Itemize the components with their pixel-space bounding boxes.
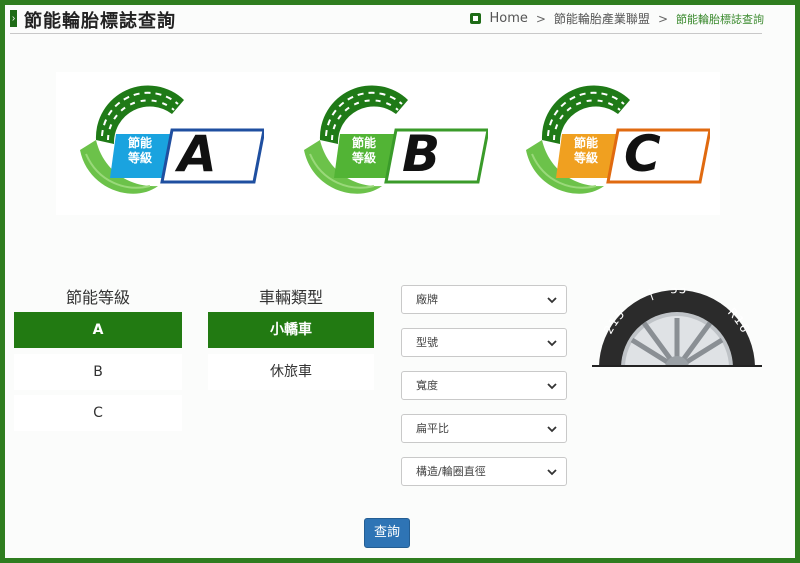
svg-text:55: 55: [670, 288, 688, 297]
width-select[interactable]: 寬度: [401, 371, 567, 400]
breadcrumb-separator: >: [535, 11, 546, 26]
grade-c-label-line1: 節能: [573, 136, 598, 150]
grade-a-label-line1: 節能: [127, 136, 152, 150]
page-title: 節能輪胎標誌查詢: [24, 11, 176, 32]
brand-select-value: 廠牌: [416, 293, 438, 306]
rim-diameter-select[interactable]: 構造/輪圈直徑: [401, 457, 567, 486]
chevron-down-icon: [547, 297, 557, 304]
tire-leaf-logo-icon: [304, 85, 490, 194]
grade-option-c[interactable]: C: [14, 395, 182, 431]
home-icon: [470, 13, 482, 24]
chevron-down-icon: [547, 469, 557, 476]
query-button[interactable]: 查詢: [364, 518, 410, 548]
grade-a-badge: 節能 等級 A: [74, 78, 266, 208]
grade-b-label-line1: 節能: [351, 136, 376, 150]
model-select[interactable]: 型號: [401, 328, 567, 357]
vehicle-option-sedan[interactable]: 小轎車: [208, 312, 374, 348]
grade-c-letter: C: [624, 125, 661, 183]
grade-a-letter: A: [178, 125, 217, 183]
grade-c-badge: 節能 等級 C: [520, 78, 712, 208]
breadcrumb-separator: >: [657, 11, 668, 26]
rim-diameter-select-value: 構造/輪圈直徑: [416, 465, 486, 478]
grade-option-b[interactable]: B: [14, 354, 182, 390]
header-divider: [10, 33, 762, 34]
chevron-down-icon: [547, 426, 557, 433]
grade-b-badge: 節能 等級 B: [298, 78, 490, 208]
aspect-ratio-select-value: 扁平比: [416, 422, 449, 435]
title-marker-icon: ›: [10, 10, 17, 27]
grade-b-letter: B: [402, 125, 441, 183]
vehicle-filter-title: 車輛類型: [258, 288, 323, 307]
vehicle-option-suv[interactable]: 休旅車: [208, 354, 374, 390]
chevron-down-icon: [547, 340, 557, 347]
energy-label-banner: 節能 等級 A 節能 等級 B 節能 等級 C: [56, 72, 720, 215]
tire-leaf-logo-icon: [80, 85, 266, 194]
breadcrumb-current: 節能輪胎標誌查詢: [676, 12, 764, 26]
grade-c-label-line2: 等級: [573, 151, 598, 165]
grade-filter-title: 節能等級: [65, 288, 130, 307]
aspect-ratio-select[interactable]: 扁平比: [401, 414, 567, 443]
chevron-down-icon: [547, 383, 557, 390]
grade-a-label-line2: 等級: [127, 151, 152, 165]
tire-ratio-text: 55: [670, 288, 687, 297]
breadcrumb-home-link[interactable]: Home: [489, 11, 527, 26]
brand-select[interactable]: 廠牌: [401, 285, 567, 314]
grade-b-label-line2: 等級: [351, 151, 376, 165]
grade-option-a[interactable]: A: [14, 312, 182, 348]
model-select-value: 型號: [416, 336, 438, 349]
breadcrumb: Home > 節能輪胎產業聯盟 > 節能輪胎標誌查詢: [470, 10, 764, 27]
tire-size-illustration: 215 | 55 R16: [592, 288, 762, 367]
width-select-value: 寬度: [416, 379, 438, 392]
breadcrumb-alliance-link[interactable]: 節能輪胎產業聯盟: [554, 10, 650, 27]
tire-leaf-logo-icon: [526, 85, 712, 194]
